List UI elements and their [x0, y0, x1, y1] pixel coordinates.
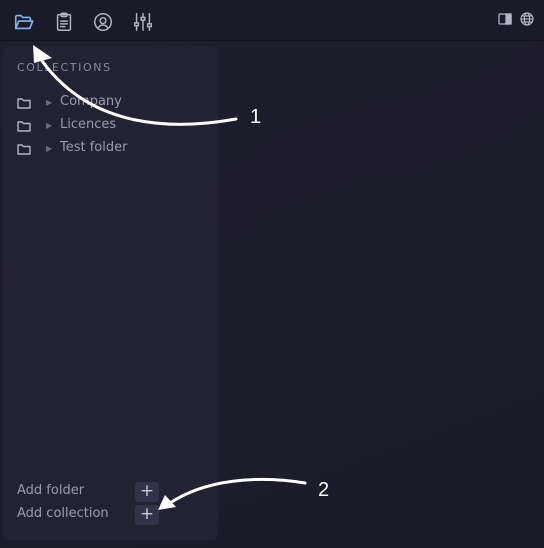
- add-collection-label: Add collection: [17, 506, 109, 521]
- sidebar-title: COLLECTIONS: [17, 61, 112, 74]
- caret-right-icon[interactable]: ▶: [46, 119, 52, 133]
- tree-item-label: Test folder: [60, 140, 128, 155]
- add-folder-button[interactable]: +: [135, 482, 159, 502]
- annotation-number-2: 2: [318, 479, 330, 501]
- tree-item-company[interactable]: ▶ Company: [17, 93, 207, 113]
- sliders-icon[interactable]: [132, 11, 154, 33]
- tree-item-licences[interactable]: ▶ Licences: [17, 116, 207, 136]
- app-window: COLLECTIONS ▶ Company ▶ Licences ▶ Test …: [0, 0, 544, 548]
- tree-item-label: Company: [60, 94, 122, 109]
- clipboard-icon[interactable]: [53, 11, 75, 33]
- tree-item-test-folder[interactable]: ▶ Test folder: [17, 139, 207, 159]
- caret-right-icon[interactable]: ▶: [46, 96, 52, 110]
- folder-open-icon[interactable]: [13, 11, 35, 33]
- folder-icon: [17, 143, 31, 155]
- caret-right-icon[interactable]: ▶: [46, 142, 52, 156]
- collections-sidebar: COLLECTIONS ▶ Company ▶ Licences ▶ Test …: [3, 46, 218, 540]
- add-folder-label: Add folder: [17, 483, 85, 498]
- user-circle-icon[interactable]: [92, 11, 114, 33]
- folder-icon: [17, 120, 31, 132]
- sidebar-toggle-icon[interactable]: [497, 11, 513, 27]
- annotation-number-1: 1: [250, 106, 262, 128]
- add-folder-row: Add folder +: [17, 482, 217, 502]
- top-toolbar: [0, 0, 544, 41]
- globe-icon[interactable]: [519, 11, 535, 27]
- folder-icon: [17, 97, 31, 109]
- tree-item-label: Licences: [60, 117, 117, 132]
- add-collection-button[interactable]: +: [135, 505, 159, 525]
- add-collection-row: Add collection +: [17, 505, 217, 525]
